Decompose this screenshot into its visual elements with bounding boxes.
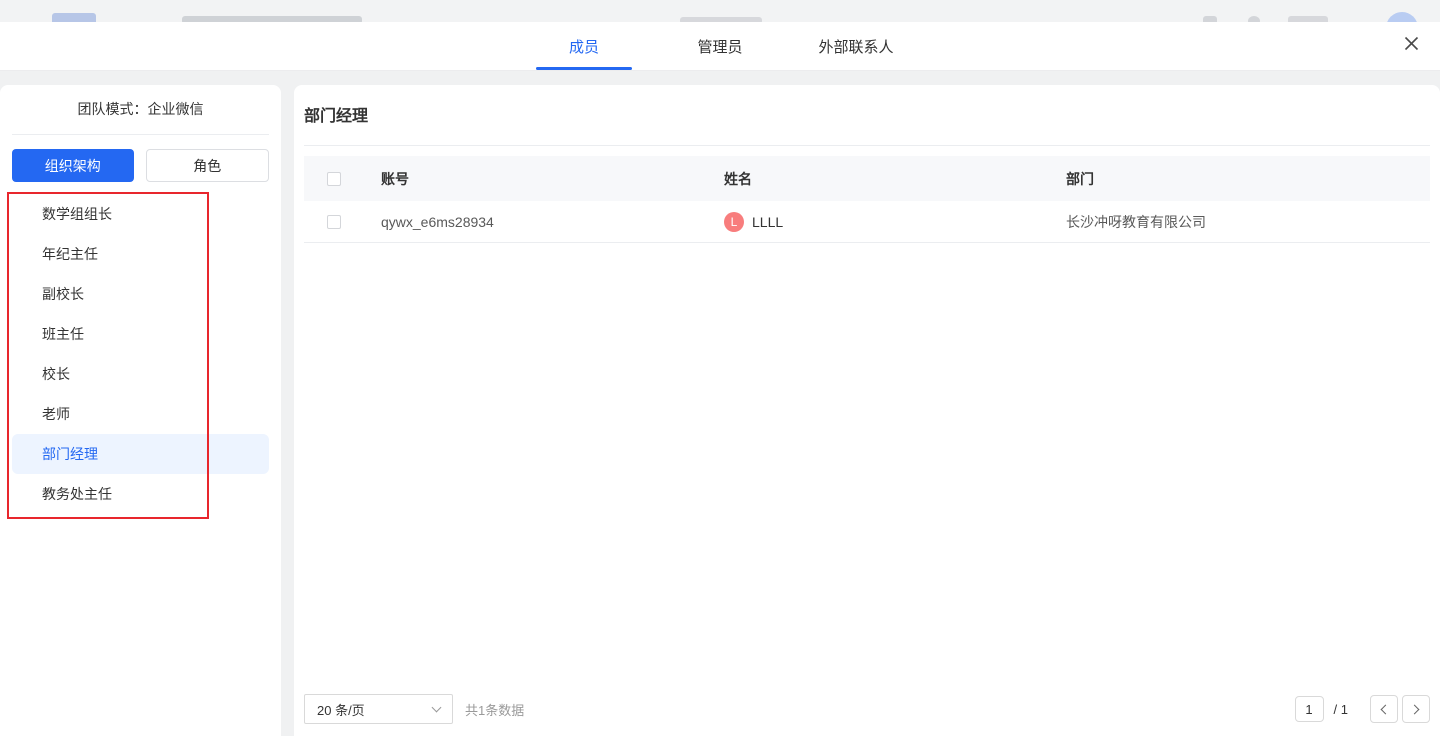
background-topbar (0, 0, 1440, 22)
prev-page-button[interactable] (1370, 695, 1398, 723)
select-all-checkbox[interactable] (327, 172, 341, 186)
main-title-wrap: 部门经理 (304, 85, 1430, 146)
column-header-account: 账号 (381, 169, 724, 189)
tab-external-contacts[interactable]: 外部联系人 (808, 22, 904, 70)
modal-header: 成员 管理员 外部联系人 (0, 22, 1440, 71)
org-structure-button[interactable]: 组织架构 (12, 149, 134, 182)
table-row[interactable]: qywx_e6ms28934 L LLLL 长沙冲呀教育有限公司 (304, 201, 1430, 243)
role-item[interactable]: 副校长 (12, 274, 269, 314)
close-icon (1404, 36, 1419, 56)
modal-body: 团队模式：企业微信 组织架构 角色 数学组组长 年纪主任 副校长 班主任 校长 … (0, 71, 1440, 736)
role-item-selected[interactable]: 部门经理 (12, 434, 269, 474)
column-header-department: 部门 (1066, 169, 1430, 189)
role-item[interactable]: 老师 (12, 394, 269, 434)
tab-members[interactable]: 成员 (536, 22, 632, 70)
tab-administrators[interactable]: 管理员 (672, 22, 768, 70)
role-item[interactable]: 年纪主任 (12, 234, 269, 274)
role-item[interactable]: 校长 (12, 354, 269, 394)
tab-bar: 成员 管理员 外部联系人 (516, 22, 924, 70)
cell-department: 长沙冲呀教育有限公司 (1066, 212, 1430, 232)
pager-buttons (1370, 695, 1430, 723)
column-header-name: 姓名 (724, 169, 1066, 189)
background-logo-placeholder (52, 13, 96, 22)
total-pages-label: / 1 (1334, 702, 1348, 717)
role-list: 数学组组长 年纪主任 副校长 班主任 校长 老师 部门经理 教务处主任 (0, 194, 281, 514)
close-button[interactable] (1398, 33, 1424, 59)
divider (12, 134, 269, 135)
pagination-bar: 20 条/页 共1条数据 1 / 1 (294, 694, 1440, 736)
cell-name: L LLLL (724, 212, 1066, 232)
role-item[interactable]: 班主任 (12, 314, 269, 354)
chevron-left-icon (1381, 704, 1391, 714)
current-page-input[interactable]: 1 (1295, 696, 1324, 722)
page-size-value: 20 条/页 (317, 700, 365, 719)
user-name: LLLL (752, 214, 783, 230)
team-mode-label: 团队模式：企业微信 (0, 85, 281, 134)
page-size-select[interactable]: 20 条/页 (304, 694, 453, 724)
member-management-modal: 成员 管理员 外部联系人 团队模式：企业微信 组织架构 角色 数学组组长 (0, 22, 1440, 736)
chevron-down-icon (432, 703, 442, 713)
view-switch: 组织架构 角色 (12, 149, 269, 182)
next-page-button[interactable] (1402, 695, 1430, 723)
main-panel: 部门经理 账号 姓名 部门 qywx_e6ms28934 (294, 85, 1440, 736)
role-item[interactable]: 数学组组长 (12, 194, 269, 234)
total-count-label: 共1条数据 (465, 700, 524, 719)
cell-account: qywx_e6ms28934 (381, 214, 724, 230)
row-checkbox[interactable] (327, 215, 341, 229)
sidebar: 团队模式：企业微信 组织架构 角色 数学组组长 年纪主任 副校长 班主任 校长 … (0, 85, 281, 736)
table-header-row: 账号 姓名 部门 (304, 156, 1430, 201)
user-avatar: L (724, 212, 744, 232)
members-table: 账号 姓名 部门 qywx_e6ms28934 L LLLL 长沙冲呀教育有限公… (304, 156, 1430, 243)
role-button[interactable]: 角色 (146, 149, 270, 182)
page-title: 部门经理 (304, 102, 1430, 145)
chevron-right-icon (1410, 704, 1420, 714)
background-user-avatar (1386, 12, 1418, 22)
role-item[interactable]: 教务处主任 (12, 474, 269, 514)
